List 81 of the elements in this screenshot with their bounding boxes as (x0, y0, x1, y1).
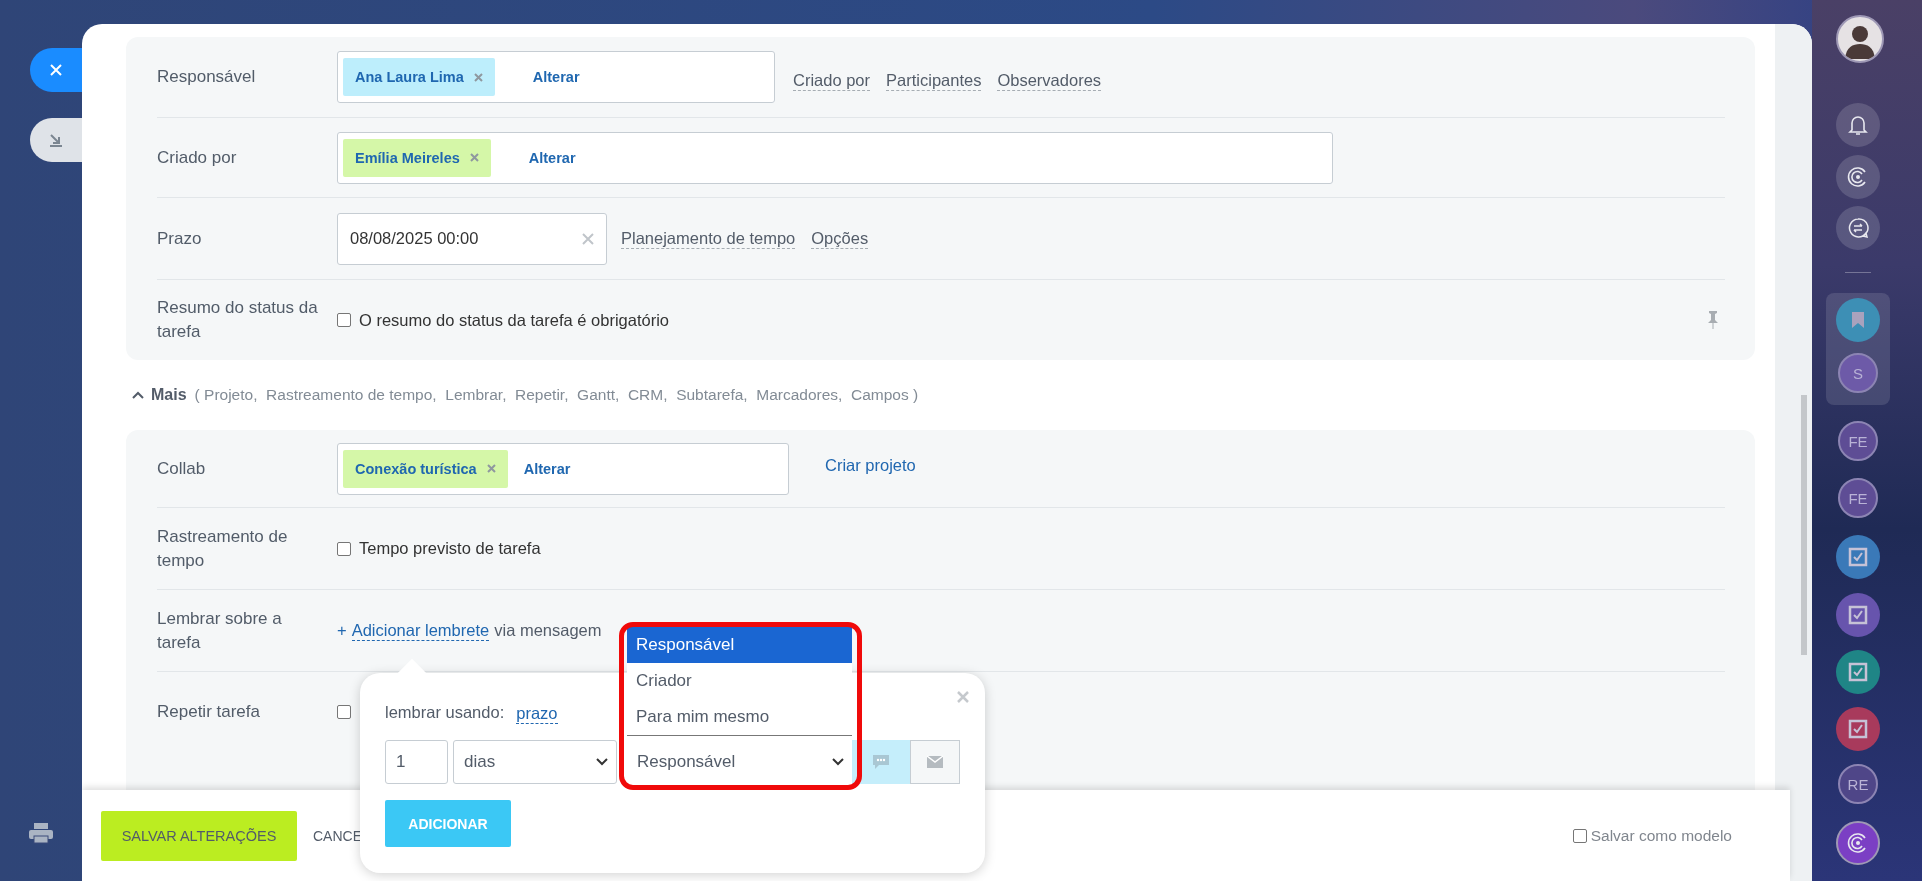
checkbox[interactable] (337, 541, 351, 556)
checkbox-icon (1848, 662, 1868, 682)
remove-icon[interactable] (469, 153, 479, 162)
field-label: Resumo do status da tarefa (157, 297, 319, 343)
field-label: Prazo (157, 227, 203, 250)
change-link[interactable]: Alterar (523, 460, 571, 477)
dropdown-option[interactable]: Responsável (627, 627, 852, 663)
role-link[interactable]: Observadores (997, 69, 1102, 91)
date-field[interactable]: 08/08/2025 00:00 (337, 212, 607, 265)
change-link[interactable]: Alterar (532, 69, 580, 85)
checkbox[interactable] (337, 313, 351, 327)
role-link[interactable]: Participantes (886, 69, 982, 91)
checkbox[interactable] (1572, 828, 1587, 843)
spiral-icon (1847, 166, 1869, 188)
bell-icon (1848, 114, 1868, 136)
close-icon (957, 691, 969, 703)
unit-select[interactable]: dias (453, 740, 617, 784)
deadline-link[interactable]: prazo (516, 703, 558, 724)
close-button[interactable] (30, 48, 82, 92)
mail-icon (926, 755, 944, 769)
plus-sign: + (337, 621, 347, 640)
chat-avatar[interactable]: RE (1838, 764, 1878, 804)
person-tag[interactable]: Ana Laura Lima (343, 58, 495, 96)
chat-avatar[interactable]: FE (1838, 421, 1878, 461)
person-tag[interactable]: Emília Meireles (343, 138, 491, 177)
role-link[interactable]: Criado por (793, 69, 871, 91)
task-chat-button[interactable] (1836, 707, 1880, 751)
printer-icon[interactable] (28, 822, 54, 844)
deadline-link[interactable]: Opções (811, 228, 869, 249)
checkbox-label: Salvar como modelo (1590, 826, 1732, 845)
field-label: Criado por (157, 146, 238, 169)
bookmark-button[interactable] (1836, 298, 1880, 342)
person-tag[interactable]: Conexão turística (343, 449, 508, 488)
chat-icon (872, 754, 890, 770)
chat-avatar[interactable]: FE (1838, 478, 1878, 518)
people-field[interactable]: Emília Meireles Alterar (337, 131, 1333, 184)
checkbox-label: Tempo previsto de tarefa (359, 539, 541, 558)
task-chat-button[interactable] (1836, 535, 1880, 579)
spiral-icon (1847, 832, 1869, 854)
remind-using-label: lembrar usando: (385, 703, 505, 723)
notifications-button[interactable] (1836, 103, 1880, 147)
user-avatar[interactable] (1836, 15, 1884, 63)
field-label: Rastreamento de tempo (157, 525, 289, 572)
channel-text: via mensagem (494, 621, 602, 640)
remove-icon[interactable] (473, 72, 483, 82)
field-label: Collab (157, 457, 207, 480)
amount-field[interactable]: 1 (385, 740, 448, 784)
cancel-button[interactable]: CANCE (313, 827, 362, 844)
task-chat-button[interactable] (1836, 650, 1880, 694)
more-sections-list: ( Projeto, Rastreamento de tempo, Lembrar, Repetir, Gantt, CRM, Subtarefa, Marcadores, Campos ) (194, 386, 919, 404)
dropdown-option[interactable]: Criador (627, 663, 852, 699)
checkbox[interactable] (337, 705, 351, 719)
people-field[interactable]: Conexão turística Alterar (337, 442, 789, 495)
add-reminder-link[interactable]: Adicionar lembrete (351, 620, 490, 641)
checkbox-icon (1848, 605, 1868, 625)
checkbox-icon (1848, 547, 1868, 567)
exchange-icon (1847, 217, 1869, 239)
bookmark-icon (1851, 311, 1865, 329)
assistant-button[interactable] (1836, 155, 1880, 199)
deadline-link[interactable]: Planejamento de tempo (621, 228, 796, 249)
remove-icon[interactable] (486, 464, 496, 473)
assistant-button[interactable] (1836, 821, 1880, 865)
chat-sync-button[interactable] (1836, 206, 1880, 250)
checkbox-icon (1848, 719, 1868, 739)
field-label: Lembrar sobre a tarefa (157, 607, 283, 654)
change-link[interactable]: Alterar (528, 149, 576, 166)
minimize-button[interactable] (30, 118, 82, 162)
close-icon (49, 63, 63, 77)
dropdown-option[interactable]: Para mim mesmo (627, 699, 852, 735)
collapse-icon (48, 132, 64, 148)
scrollbar[interactable] (1801, 395, 1807, 655)
people-field[interactable]: Ana Laura Lima Alterar (337, 51, 775, 103)
field-label: Repetir tarefa (157, 701, 261, 723)
save-button[interactable]: SALVAR ALTERAÇÕES (101, 810, 297, 861)
chevron-down-icon (596, 758, 608, 766)
chevron-down-icon (832, 758, 844, 766)
create-project-link[interactable]: Criar projeto (825, 456, 916, 475)
checkbox-label: O resumo do status da tarefa é obrigatório (359, 310, 669, 330)
field-label: Responsável (157, 66, 257, 88)
task-chat-button[interactable] (1836, 593, 1880, 637)
more-toggle[interactable]: Mais (132, 386, 187, 404)
